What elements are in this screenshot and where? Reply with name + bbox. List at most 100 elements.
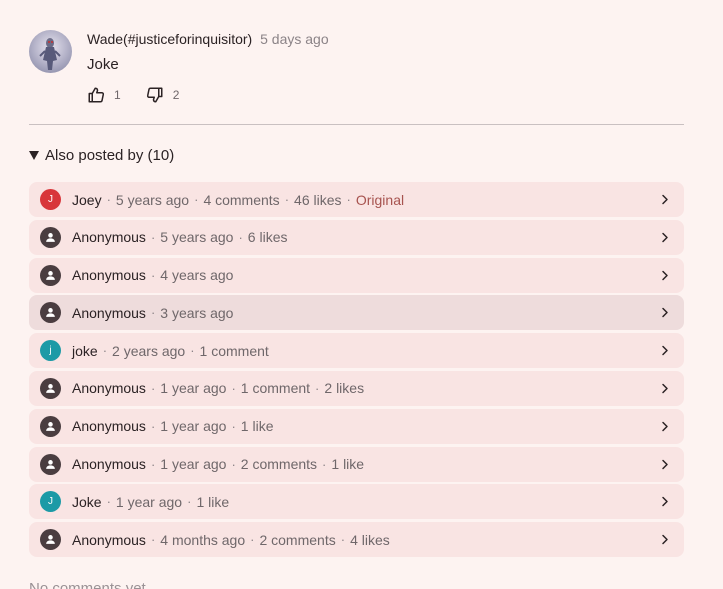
post-stat: 1 like [331, 456, 365, 473]
post-timestamp: 5 years ago [115, 191, 190, 208]
person-icon [40, 264, 61, 286]
thumbs-up-icon [88, 87, 105, 103]
chevron-right-icon [662, 270, 668, 280]
post-author: Anonymous [72, 456, 146, 473]
list-item[interactable]: Anonymous · 1 year ago · 1 comment · 2 likes [29, 370, 684, 406]
separator-dot: · [150, 267, 156, 283]
list-item[interactable]: Anonymous · 1 year ago · 1 like [29, 408, 684, 444]
chevron-right-icon [662, 345, 668, 356]
post-stat: 1 like [240, 418, 274, 435]
avatar: j [40, 340, 61, 362]
chevron-right-icon [662, 308, 668, 318]
post-stat: 2 likes [324, 380, 365, 397]
person-icon [40, 529, 61, 551]
separator-dot: · [106, 192, 111, 207]
chevron-right-icon [662, 421, 668, 432]
post-stat: 1 comment [240, 380, 311, 397]
list-item[interactable]: Anonymous · 5 years ago · 6 likes [29, 219, 684, 255]
comment-author[interactable]: Wade(#justiceforinquisitor) [87, 31, 252, 47]
post-timestamp: 1 year ago [115, 493, 183, 510]
person-icon [40, 377, 61, 399]
avatar[interactable] [29, 30, 72, 73]
separator-dot: · [194, 192, 199, 207]
avatar: J [40, 491, 61, 513]
post-timestamp: 4 years ago [160, 267, 234, 284]
separator-dot: · [102, 343, 108, 359]
avatar-initial: j [49, 345, 52, 357]
also-posted-title: Also posted by (10) [45, 147, 175, 164]
person-icon [40, 226, 61, 248]
separator-dot: · [231, 418, 236, 434]
also-posted-list: J Joey · 5 years ago · 4 comments · 46 likes · Or… [29, 182, 684, 560]
separator-dot: · [150, 305, 156, 321]
list-item[interactable]: J Joey · 5 years ago · 4 comments · 46 likes · Or… [29, 182, 684, 217]
post-stat: 46 likes [294, 191, 342, 208]
separator-dot: · [322, 456, 327, 472]
person-icon [40, 302, 61, 324]
post-stat: 4 comments [203, 191, 280, 208]
also-posted-toggle[interactable]: Also posted by (10) [29, 147, 174, 164]
separator-dot: · [150, 418, 156, 434]
post-stat: 1 comment [199, 342, 269, 359]
post-timestamp: 1 year ago [160, 380, 227, 397]
list-item[interactable]: Anonymous · 4 years ago [29, 257, 684, 293]
post-timestamp: 5 years ago [160, 229, 234, 246]
post-author: Anonymous [72, 267, 146, 284]
post-timestamp: 2 years ago [112, 342, 186, 359]
separator-dot: · [231, 456, 236, 472]
separator-dot: · [187, 494, 192, 510]
post-timestamp: 4 months ago [160, 531, 246, 548]
post-timestamp: 1 year ago [160, 418, 227, 435]
separator-dot: · [106, 494, 111, 510]
chevron-right-icon [662, 497, 668, 507]
post-stat: 6 likes [247, 229, 288, 246]
comment-body: Wade(#justiceforinquisitor) 5 days ago J… [87, 30, 684, 103]
chevron-right-icon [662, 232, 668, 243]
dislike-count: 2 [172, 88, 180, 102]
list-item[interactable]: Anonymous · 4 months ago · 2 comments · 4 like… [29, 522, 684, 558]
triangle-down-icon [29, 151, 39, 160]
separator-dot: · [346, 192, 351, 207]
list-item[interactable]: j joke · 2 years ago · 1 comment [29, 333, 684, 369]
list-item[interactable]: Anonymous · 1 year ago · 2 comments · 1 like [29, 446, 684, 482]
post-author: Anonymous [72, 380, 146, 397]
chevron-right-icon [662, 459, 668, 469]
separator-dot: · [231, 380, 236, 396]
post-stat: 2 comments [259, 531, 336, 548]
person-icon [40, 415, 61, 437]
post-author: Joke [72, 493, 102, 510]
comment-actions: 1 2 [87, 86, 179, 104]
separator-dot: · [284, 192, 290, 207]
separator-dot: · [250, 532, 255, 548]
separator-dot: · [315, 380, 320, 396]
avatar-initial: J [48, 496, 53, 508]
thumbs-down-icon [146, 87, 163, 103]
post-author: Anonymous [72, 229, 146, 246]
chevron-right-icon [662, 534, 668, 545]
post-stat: 1 like [196, 493, 230, 510]
avatar-initial: J [48, 194, 53, 205]
post-author: Anonymous [72, 304, 146, 321]
separator-dot: · [190, 343, 195, 359]
separator-dot: · [238, 229, 243, 245]
separator-dot: · [150, 456, 156, 472]
separator-dot: · [150, 532, 156, 548]
divider [29, 124, 684, 125]
post-timestamp: 1 year ago [160, 456, 227, 473]
separator-dot: · [340, 532, 346, 548]
original-badge: Original [355, 191, 405, 208]
list-item[interactable]: J Joke · 1 year ago · 1 like [29, 484, 684, 520]
dislike-button[interactable]: 2 [146, 86, 180, 104]
chevron-right-icon [662, 383, 668, 394]
person-icon [40, 453, 61, 475]
post-timestamp: 3 years ago [160, 304, 234, 321]
separator-dot: · [150, 380, 156, 396]
like-button[interactable]: 1 [87, 86, 121, 104]
list-item[interactable]: Anonymous · 3 years ago [29, 295, 684, 331]
post-author: Joey [72, 191, 102, 208]
separator-dot: · [150, 229, 156, 245]
no-comments-text: No comments yet [29, 580, 146, 589]
post-author: Anonymous [72, 531, 146, 548]
post-author: Anonymous [72, 418, 146, 435]
comment-header: Wade(#justiceforinquisitor) 5 days ago [87, 30, 684, 48]
